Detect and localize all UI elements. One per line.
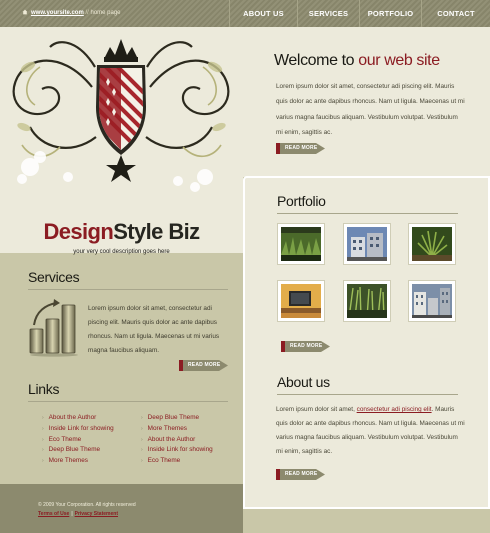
chevron-right-icon: › bbox=[141, 458, 143, 465]
links-divider bbox=[28, 401, 228, 402]
chevron-right-icon: › bbox=[141, 415, 143, 421]
city-photo-icon bbox=[412, 284, 452, 318]
links-column-2: › Deep Blue Theme › More Themes › About the… bbox=[141, 413, 213, 467]
link-label: Eco Theme bbox=[48, 435, 82, 443]
read-more-bar bbox=[281, 341, 285, 352]
nav-about-us[interactable]: ABOUT US bbox=[229, 0, 297, 27]
link-label: Deep Blue Theme bbox=[48, 446, 101, 454]
footer bbox=[0, 484, 243, 533]
link-label: Inside Link for showing bbox=[48, 424, 114, 432]
about-divider bbox=[277, 394, 458, 395]
portfolio-read-more-button[interactable]: READ MORE bbox=[281, 341, 330, 352]
read-more-label: READ MORE bbox=[280, 143, 325, 154]
chevron-right-icon: › bbox=[141, 447, 143, 454]
chevron-right-icon: › bbox=[42, 447, 44, 454]
read-more-bar bbox=[276, 143, 280, 154]
chevron-right-icon: › bbox=[42, 436, 44, 443]
about-title: About us bbox=[277, 374, 330, 390]
brand-name: DesignStyle Biz bbox=[0, 219, 243, 245]
link-label: More Themes bbox=[147, 424, 187, 432]
read-more-label: READ MORE bbox=[183, 360, 228, 371]
breadcrumb-page: home page bbox=[90, 10, 121, 16]
read-more-label: READ MORE bbox=[285, 341, 330, 352]
nav-contact[interactable]: CONTACT bbox=[421, 0, 490, 27]
site-url-link[interactable]: www.yoursite.com bbox=[31, 10, 84, 16]
link-item[interactable]: › Eco Theme bbox=[42, 435, 114, 446]
breadcrumb-separator: // bbox=[85, 10, 89, 16]
welcome-title-part2: our web site bbox=[358, 52, 440, 69]
link-label: About the Author bbox=[147, 435, 196, 443]
read-more-bar bbox=[179, 360, 183, 371]
services-title: Services bbox=[28, 269, 80, 285]
link-item[interactable]: › Eco Theme bbox=[141, 456, 213, 467]
about-text-start: Lorem ipsum dolor sit amet, bbox=[276, 406, 357, 413]
portfolio-thumb-5[interactable] bbox=[343, 280, 391, 322]
welcome-read-more-button[interactable]: READ MORE bbox=[276, 143, 325, 154]
link-item[interactable]: › About the Author bbox=[141, 435, 213, 446]
link-item[interactable]: › Inside Link for showing bbox=[42, 424, 114, 435]
about-read-more-button[interactable]: READ MORE bbox=[276, 469, 325, 480]
link-label: More Themes bbox=[48, 457, 88, 465]
link-label: Inside Link for showing bbox=[147, 446, 213, 454]
portfolio-thumb-4[interactable] bbox=[277, 280, 325, 322]
link-item[interactable]: › Inside Link for showing bbox=[141, 445, 213, 456]
breadcrumb: www.yoursite.com // home page bbox=[22, 9, 121, 16]
chevron-right-icon: › bbox=[42, 415, 44, 421]
bar-chart-icon bbox=[29, 299, 78, 357]
footer-separator: | bbox=[71, 511, 73, 517]
nav-portfolio[interactable]: PORTFOLIO bbox=[359, 0, 421, 27]
plant-photo-icon bbox=[412, 227, 452, 261]
chevron-right-icon: › bbox=[141, 436, 143, 443]
about-text-end: . Mauris quis dolor ac ante dapibus rhon… bbox=[276, 406, 465, 455]
services-text: Lorem ipsum dolor sit amet, consectetur … bbox=[88, 305, 220, 354]
links-column-1: › About the Author › Inside Link for showi… bbox=[42, 413, 114, 467]
portfolio-divider bbox=[277, 213, 458, 214]
link-item[interactable]: › Deep Blue Theme bbox=[141, 413, 213, 424]
services-divider bbox=[28, 289, 228, 290]
tv-photo-icon bbox=[281, 284, 321, 318]
read-more-bar bbox=[276, 469, 280, 480]
hero-panel: DesignStyle Biz your very cool descripti… bbox=[0, 27, 243, 255]
chevron-right-icon: › bbox=[141, 425, 143, 432]
portfolio-thumb-6[interactable] bbox=[408, 280, 456, 322]
about-inline-link[interactable]: consectetur adi piscing elit bbox=[357, 406, 432, 413]
link-label: Deep Blue Theme bbox=[147, 414, 200, 421]
portfolio-thumb-3[interactable] bbox=[408, 223, 456, 265]
read-more-label: READ MORE bbox=[280, 469, 325, 480]
brand-name-part2: Style Biz bbox=[113, 219, 200, 244]
brand-name-part1: Design bbox=[43, 219, 114, 244]
welcome-title-part1: Welcome to bbox=[274, 52, 359, 69]
copyright-text: © 2009 Your Corporation. All rights rese… bbox=[38, 502, 136, 508]
link-item[interactable]: › More Themes bbox=[141, 424, 213, 435]
home-icon[interactable] bbox=[22, 9, 28, 15]
link-item[interactable]: › More Themes bbox=[42, 456, 114, 467]
privacy-statement-link[interactable]: Privacy Statement bbox=[75, 511, 118, 517]
grass-photo-icon bbox=[281, 227, 321, 261]
nav-services[interactable]: SERVICES bbox=[297, 0, 359, 27]
reeds-photo-icon bbox=[347, 284, 387, 318]
portfolio-thumb-2[interactable] bbox=[343, 223, 391, 265]
welcome-text: Lorem ipsum dolor sit amet, consectetur … bbox=[276, 83, 465, 137]
welcome-title: Welcome to our web site bbox=[274, 52, 440, 70]
portfolio-thumb-1[interactable] bbox=[277, 223, 325, 265]
about-text: Lorem ipsum dolor sit amet, consectetur … bbox=[276, 403, 466, 459]
link-label: Eco Theme bbox=[147, 457, 181, 465]
portfolio-title: Portfolio bbox=[277, 193, 326, 209]
terms-of-use-link[interactable]: Terms of Use bbox=[38, 511, 69, 517]
links-title: Links bbox=[28, 381, 60, 397]
brand-tagline: your very cool description goes here bbox=[73, 249, 170, 255]
footer-links: Terms of Use | Privacy Statement bbox=[38, 511, 118, 517]
crest-logo bbox=[12, 39, 230, 192]
link-label: About the Author bbox=[48, 414, 97, 421]
link-item[interactable]: › Deep Blue Theme bbox=[42, 445, 114, 456]
bottom-band bbox=[243, 509, 490, 533]
chevron-right-icon: › bbox=[42, 425, 44, 432]
services-read-more-button[interactable]: READ MORE bbox=[179, 360, 228, 371]
main-nav: ABOUT US SERVICES PORTFOLIO CONTACT bbox=[229, 0, 490, 27]
chevron-right-icon: › bbox=[42, 458, 44, 465]
link-item[interactable]: › About the Author bbox=[42, 413, 114, 424]
building-photo-icon bbox=[347, 227, 387, 261]
